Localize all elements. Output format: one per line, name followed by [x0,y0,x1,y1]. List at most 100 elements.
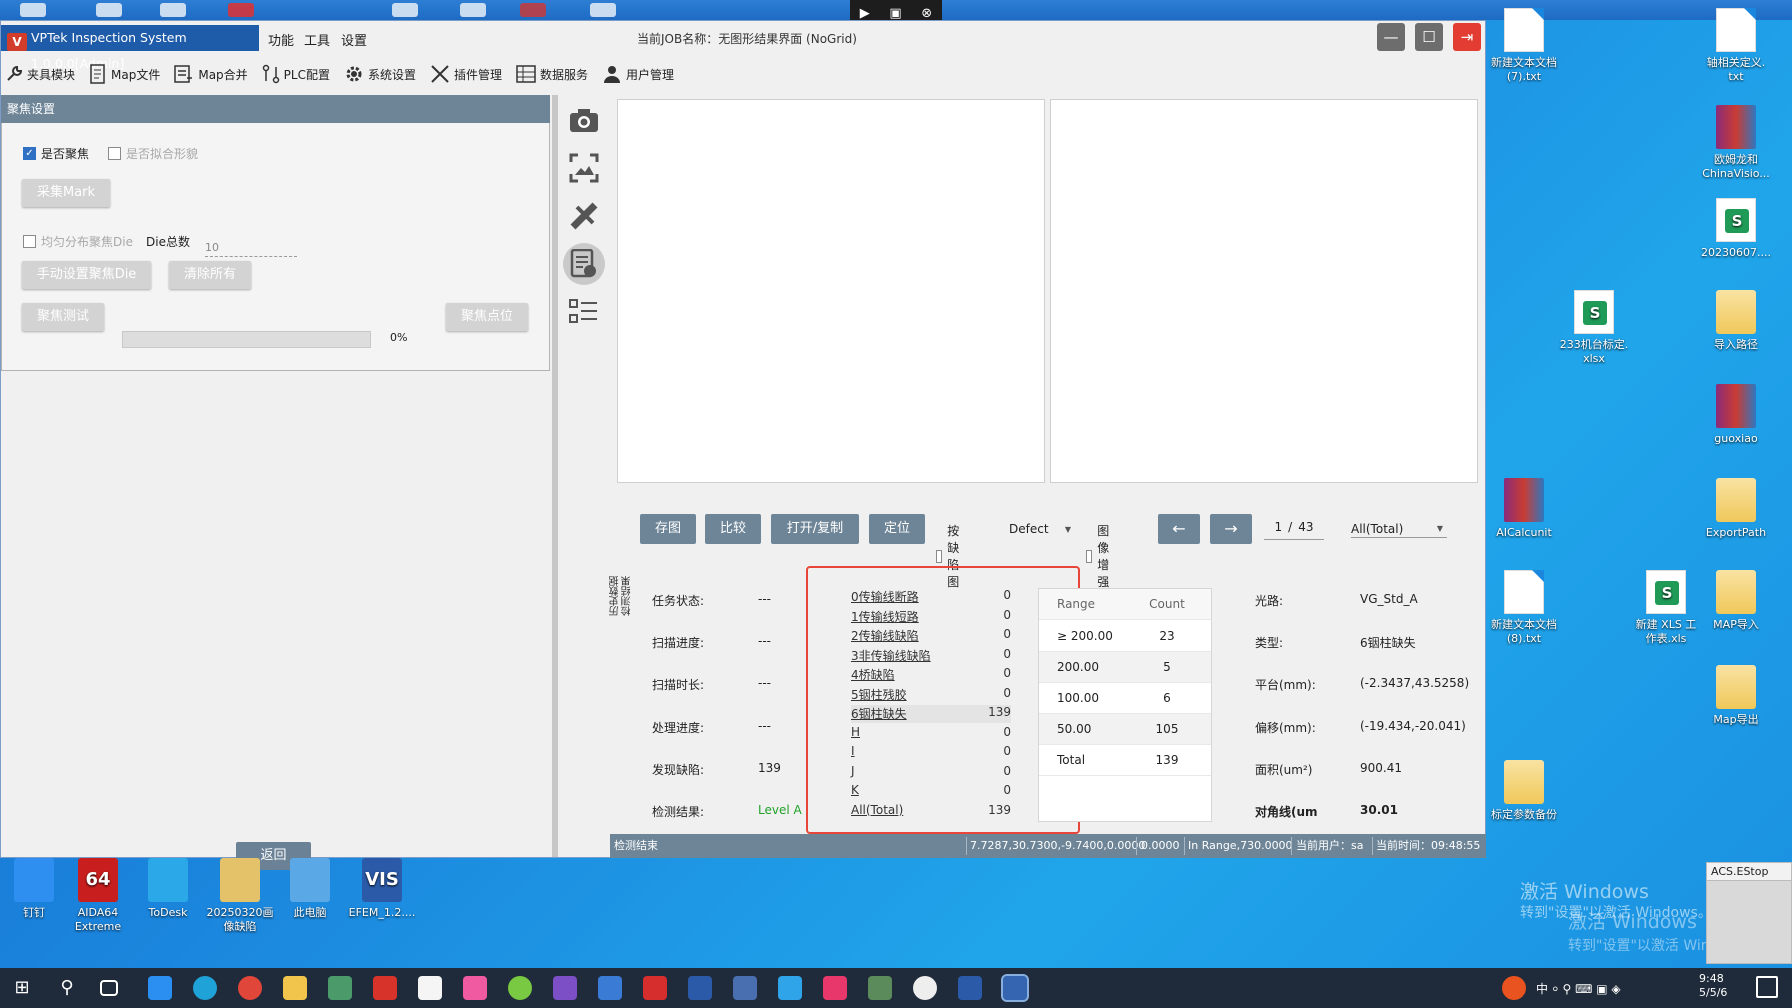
defect-list-item[interactable]: J0 [851,764,1011,782]
desktop-icon[interactable]: ExportPath [1694,478,1778,540]
defect-list-item[interactable]: 6铟柱缺失 139 [851,705,1011,723]
maximize-button[interactable]: ☐ [1415,23,1443,51]
system-tray[interactable]: 中 ⸰ ⚲ ⌨ ▣ ◈ [1536,980,1621,997]
defect-name[interactable]: All(Total) [851,803,903,817]
defect-name[interactable]: 1传输线短路 [851,608,919,625]
taskbar-app-icon[interactable] [328,976,352,1000]
image-view-left[interactable] [617,99,1045,483]
table-row[interactable]: 50.00 105 [1039,714,1211,745]
taskbar-app-icon[interactable] [373,976,397,1000]
defect-list-item[interactable]: 2传输线缺陷 0 [851,627,1011,645]
taskbar-thumb[interactable] [520,3,546,17]
menu-function[interactable]: 功能 [268,30,294,49]
desktop-icon[interactable]: VIS EFEM_1.2.... [344,858,420,920]
defect-list-item[interactable]: 0传输线断路 0 [851,588,1011,606]
desktop-icon[interactable]: S 20230607.... [1694,198,1778,260]
minimize-button[interactable]: — [1377,23,1405,51]
defect-name[interactable]: I [851,744,855,758]
open-copy-button[interactable]: 打开/复制 [771,514,859,544]
tool-checklist[interactable] [563,291,605,333]
taskbar-app-icon[interactable] [733,976,757,1000]
desktop-icon[interactable]: 新建文本文档 (7).txt [1482,8,1566,84]
filter-select[interactable]: All(Total) ▼ [1351,520,1447,538]
focus-enable-checkbox[interactable]: ✓ 是否聚焦 [23,145,89,162]
screen-icon[interactable]: ▣ [889,6,901,21]
notepad-icon[interactable] [418,976,442,1000]
defect-list-item[interactable]: I0 [851,744,1011,762]
taskbar-thumb[interactable] [96,3,122,17]
toolbar-map-file[interactable]: Map文件 [89,64,160,84]
defect-name[interactable]: 4桥缺陷 [851,666,895,683]
taskbar-thumb[interactable] [392,3,418,17]
windows-start-icon[interactable]: ⊞ [10,976,34,1000]
visual-studio-icon[interactable] [553,976,577,1000]
defect-name[interactable]: H [851,725,860,739]
defect-list-item[interactable]: 5铟柱残胶 0 [851,686,1011,704]
tool-calibrate[interactable] [563,195,605,237]
explorer-icon[interactable] [283,976,307,1000]
taskbar-thumb[interactable] [160,3,186,17]
defect-name[interactable]: 0传输线断路 [851,588,919,605]
desktop-icon[interactable]: 20250320画 像缺陷 [202,858,278,934]
tab-history[interactable]: 历史数据 [610,509,622,619]
taskbar-thumb[interactable] [228,3,254,17]
taskbar-app-icon[interactable] [463,976,487,1000]
taskbar-thumb[interactable] [20,3,46,17]
msg-icon[interactable] [913,976,937,1000]
defect-list-item[interactable]: 4桥缺陷 0 [851,666,1011,684]
toolbar-fixture-module[interactable]: 夹具模块 [5,65,75,83]
desktop-icon[interactable]: 欧姆龙和 ChinaVisio... [1694,105,1778,181]
vis-app-icon[interactable] [1001,974,1029,1002]
desktop-icon[interactable]: guoxiao [1694,384,1778,446]
desktop-icon[interactable]: 导入路径 [1694,290,1778,352]
uniform-focus-checkbox[interactable]: 均匀分布聚焦Die [23,233,133,250]
taskbar-app-icon[interactable] [598,976,622,1000]
close-icon[interactable]: ⊗ [921,6,932,21]
taskbar-app-icon[interactable] [508,976,532,1000]
edge-icon[interactable] [193,976,217,1000]
wps-icon[interactable] [643,976,667,1000]
prev-button[interactable]: ← [1158,514,1200,544]
menu-tools[interactable]: 工具 [304,30,330,49]
taskbar-thumb[interactable] [590,3,616,17]
focus-test-button[interactable]: 聚焦测试 [22,303,104,331]
acs-estop-window[interactable]: ACS.EStop [1706,862,1792,964]
desktop-icon[interactable]: Map导出 [1694,665,1778,727]
defect-list-item[interactable]: K0 [851,783,1011,801]
image-enhance-checkbox[interactable]: 图像增强 [1086,522,1116,590]
table-row[interactable]: ≥ 200.00 23 [1039,621,1211,652]
taskbar-app-icon[interactable] [148,976,172,1000]
defect-name[interactable]: 5铟柱残胶 [851,686,907,703]
table-row[interactable]: Total 139 [1039,745,1211,776]
toolbar-plc-config[interactable]: PLC配置 [262,64,330,84]
page-current[interactable]: 1 [1275,520,1283,539]
taskbar-app-icon[interactable] [823,976,847,1000]
vis-app-icon[interactable] [958,976,982,1000]
defect-name[interactable]: K [851,783,859,797]
tool-image-enhance[interactable] [563,147,605,189]
locate-button[interactable]: 定位 [869,514,925,544]
taskbar-app-icon[interactable] [868,976,892,1000]
taskbar-thumb[interactable] [460,3,486,17]
clear-all-button[interactable]: 清除所有 [169,261,251,289]
defect-name[interactable]: J [851,764,855,778]
save-image-button[interactable]: 存图 [640,514,696,544]
toolbar-plugin-manager[interactable]: 插件管理 [430,64,502,84]
desktop-icon[interactable]: ToDesk [130,858,206,920]
todesk-icon[interactable] [778,976,802,1000]
sogou-ime-icon[interactable] [1502,976,1526,1000]
tab-results[interactable]: 检测结果 [622,509,634,619]
tool-camera[interactable] [563,99,605,141]
fit-topography-checkbox[interactable]: 是否拟合形貌 [108,145,198,162]
toolbar-data-service[interactable]: 数据服务 [516,64,588,84]
desktop-icon[interactable]: 此电脑 [272,858,348,920]
menu-settings[interactable]: 设置 [341,30,367,49]
defect-list-item[interactable]: All(Total) 139 [851,803,1011,821]
focus-point-button[interactable]: 聚焦点位 [446,303,528,331]
desktop-icon[interactable]: MAP导入 [1694,570,1778,632]
taskbar-clock[interactable]: 9:48 5/5/6 [1699,972,1727,1000]
table-row[interactable]: 100.00 6 [1039,683,1211,714]
toolbar-system-settings[interactable]: 系统设置 [344,64,416,84]
exit-button[interactable]: ⇥ [1453,23,1481,51]
defect-list-item[interactable]: 1传输线短路 0 [851,608,1011,626]
